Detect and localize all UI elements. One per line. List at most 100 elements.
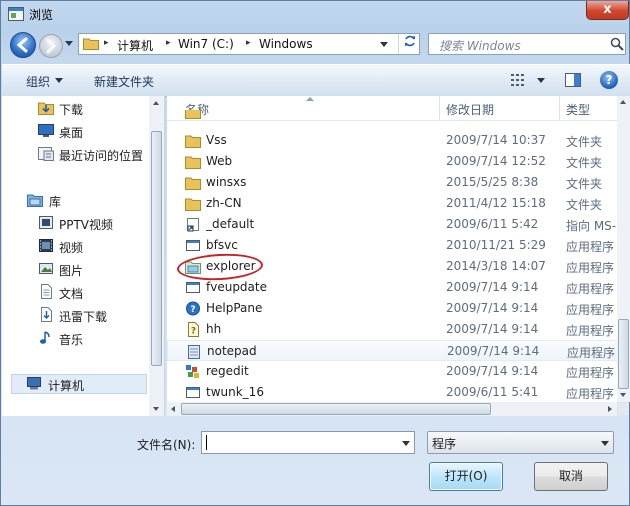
- file-type: 应用程序: [566, 282, 615, 296]
- breadcrumb-computer[interactable]: 计算机: [117, 37, 153, 54]
- app-icon: [186, 387, 200, 398]
- search-input[interactable]: 搜索 Windows: [428, 33, 626, 55]
- breadcrumb-separator[interactable]: ▸: [166, 38, 171, 48]
- view-dropdown-icon[interactable]: [537, 78, 545, 83]
- organize-dropdown-icon[interactable]: [55, 78, 63, 83]
- app-window-icon: [8, 7, 24, 21]
- table-row[interactable]: Vss 2009/7/14 10:37 文件夹: [167, 130, 617, 151]
- breadcrumb-drive[interactable]: Win7 (C:): [178, 37, 234, 51]
- scroll-down-icon[interactable]: [153, 407, 159, 411]
- close-button[interactable]: x: [586, 1, 629, 20]
- file-date: 2009/6/11 5:41: [446, 385, 539, 399]
- scroll-up-icon[interactable]: [620, 100, 626, 104]
- regedit-icon: [186, 365, 199, 378]
- nav-item-pptv-video[interactable]: PPTV视频: [2, 213, 148, 233]
- folder-icon: [185, 156, 201, 169]
- help-doc-icon: ?: [188, 322, 199, 337]
- file-date: 2009/7/14 9:14: [446, 364, 539, 378]
- nav-scrollbar-thumb[interactable]: [151, 131, 162, 366]
- nav-item-desktop[interactable]: 桌面: [2, 121, 148, 141]
- file-type: 文件夹: [566, 198, 603, 212]
- file-type: 文件夹: [566, 135, 603, 149]
- vertical-scrollbar-thumb[interactable]: [618, 319, 629, 389]
- search-icon[interactable]: [610, 37, 624, 51]
- scroll-up-icon[interactable]: [153, 101, 159, 105]
- file-name: HelpPane: [206, 301, 263, 315]
- table-row[interactable]: ? hh 2009/7/14 9:14 应用程序: [167, 319, 617, 340]
- video-library-icon: [39, 216, 53, 229]
- address-dropdown-icon[interactable]: [380, 42, 388, 47]
- nav-item-downloads[interactable]: 下载: [2, 98, 148, 118]
- file-date: 2010/11/21 5:29: [446, 238, 546, 252]
- table-row[interactable]: twunk_16 2009/6/11 5:41 应用程序: [167, 382, 617, 402]
- nav-item-label: 计算机: [48, 379, 85, 393]
- navigation-pane: 下载 桌面 最近访问的位置 库 PPTV视频 视频 图片 文档 迅雷下载 音乐: [2, 96, 165, 416]
- nav-item-music[interactable]: 音乐: [2, 328, 148, 348]
- help-icon[interactable]: ?: [600, 71, 618, 89]
- table-row[interactable]: Web 2009/7/14 12:52 文件夹: [167, 151, 617, 172]
- refresh-button[interactable]: [398, 34, 421, 54]
- forward-arrow-icon: [46, 38, 57, 54]
- address-bar[interactable]: ▸ 计算机 ▸ Win7 (C:) ▸ Windows: [78, 33, 420, 55]
- filename-input[interactable]: [201, 431, 415, 454]
- table-row[interactable]: bfsvc 2010/11/21 5:29 应用程序: [167, 235, 617, 256]
- forward-button[interactable]: [39, 34, 63, 58]
- nav-item-label: 音乐: [59, 333, 84, 347]
- file-type: 应用程序: [566, 303, 615, 317]
- filename-dropdown-icon[interactable]: [402, 441, 410, 446]
- download-folder-icon: [38, 102, 54, 115]
- file-name: hh: [206, 322, 222, 336]
- table-row[interactable]: _default 2009/6/11 5:42 指向 MS-: [167, 214, 617, 235]
- nav-item-pictures[interactable]: 图片: [2, 259, 148, 279]
- table-row-hover[interactable]: notepad 2009/7/14 9:14 应用程序: [167, 340, 617, 361]
- table-row[interactable]: winsxs 2015/5/25 8:38 文件夹: [167, 172, 617, 193]
- nav-item-libraries[interactable]: 库: [2, 190, 148, 210]
- help-app-icon: ?: [186, 301, 200, 316]
- file-date: 2009/7/14 9:14: [446, 280, 539, 294]
- filetype-dropdown-icon[interactable]: [601, 441, 609, 446]
- nav-item-recent-places[interactable]: 最近访问的位置: [2, 144, 148, 164]
- view-options-icon[interactable]: [511, 74, 525, 86]
- nav-item-xunlei-downloads[interactable]: 迅雷下载: [2, 305, 148, 325]
- table-row[interactable]: zh-CN 2011/4/12 15:18 文件夹: [167, 193, 617, 214]
- recent-places-icon: [38, 147, 54, 161]
- folder-icon: [185, 135, 201, 148]
- file-date: 2014/3/18 14:07: [446, 259, 546, 273]
- nav-item-computer[interactable]: 计算机: [11, 374, 147, 394]
- file-name: zh-CN: [206, 196, 242, 210]
- download-library-icon: [41, 307, 52, 322]
- table-row[interactable]: [167, 110, 617, 120]
- nav-item-documents[interactable]: 文档: [2, 282, 148, 302]
- table-row[interactable]: ? HelpPane 2009/7/14 9:14 应用程序: [167, 298, 617, 319]
- table-row[interactable]: fveupdate 2009/7/14 9:14 应用程序: [167, 277, 617, 298]
- scrollbar-corner: [618, 403, 629, 415]
- breadcrumb-separator[interactable]: ▸: [104, 38, 109, 48]
- file-date: 2009/7/14 9:14: [447, 344, 540, 358]
- organize-button[interactable]: 组织: [26, 73, 50, 90]
- breadcrumb-windows[interactable]: Windows: [259, 37, 313, 51]
- file-name: notepad: [207, 344, 257, 358]
- filetype-value: 程序: [432, 437, 457, 451]
- nav-item-videos[interactable]: 视频: [2, 236, 148, 256]
- preview-pane-icon[interactable]: [565, 73, 581, 87]
- new-folder-button[interactable]: 新建文件夹: [94, 73, 154, 90]
- computer-icon: [27, 377, 41, 390]
- scroll-down-icon[interactable]: [620, 393, 626, 397]
- file-name: bfsvc: [206, 238, 238, 252]
- documents-library-icon: [41, 284, 52, 299]
- table-row[interactable]: regedit 2009/7/14 9:14 应用程序: [167, 361, 617, 382]
- refresh-icon: [405, 35, 415, 47]
- scroll-right-icon[interactable]: [608, 406, 612, 412]
- scroll-left-icon[interactable]: [171, 406, 175, 412]
- cancel-button[interactable]: 取消: [534, 462, 608, 491]
- open-button[interactable]: 打开(O): [429, 462, 503, 491]
- horizontal-scrollbar-thumb[interactable]: [181, 403, 491, 415]
- breadcrumb-separator[interactable]: ▸: [246, 38, 251, 48]
- file-name: regedit: [206, 364, 249, 378]
- back-button[interactable]: [10, 32, 36, 58]
- nav-item-label: 图片: [59, 264, 84, 278]
- nav-item-label: 桌面: [59, 126, 84, 140]
- recent-pages-dropdown-icon[interactable]: [65, 41, 73, 46]
- file-name: winsxs: [206, 175, 247, 189]
- library-icon: [27, 194, 43, 207]
